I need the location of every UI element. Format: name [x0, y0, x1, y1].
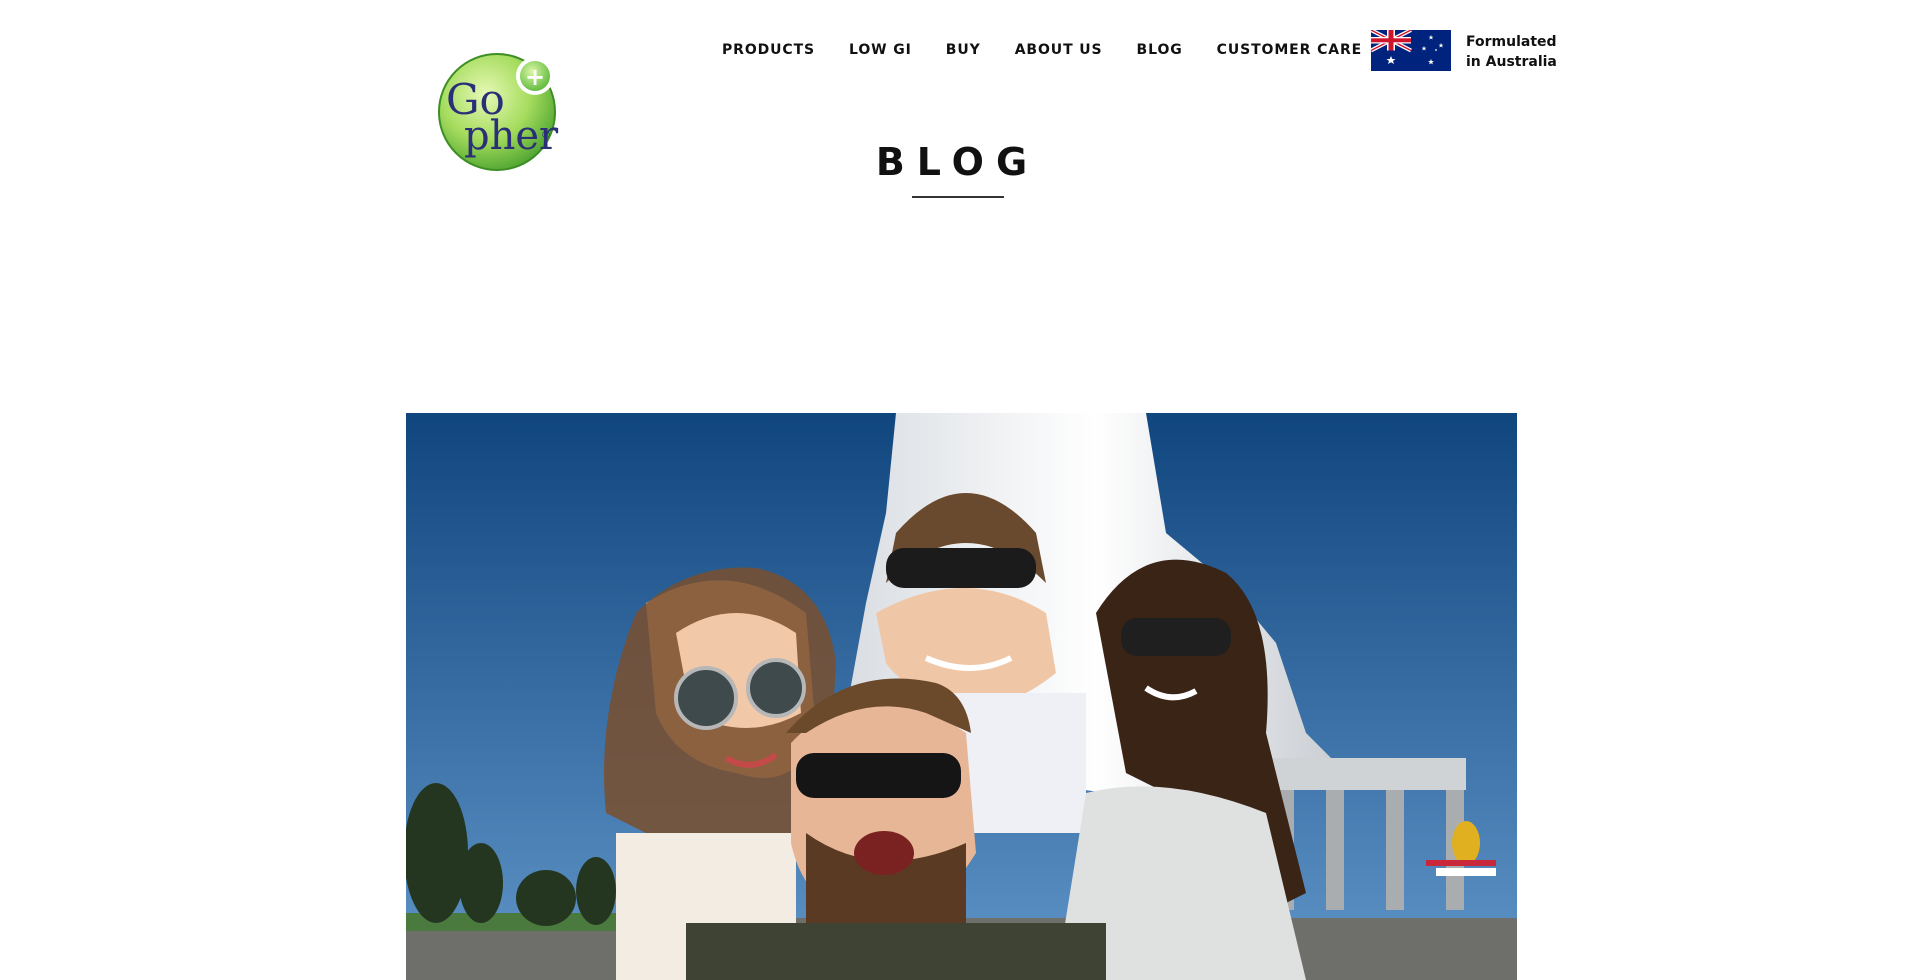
nav-about-us[interactable]: ABOUT US — [1015, 42, 1103, 58]
logo-plus-badge: + — [525, 63, 545, 91]
page-title: BLOG — [875, 140, 1040, 184]
nav-customer-care[interactable]: CUSTOMER CARE — [1217, 42, 1362, 58]
main-nav: PRODUCTS LOW GI BUY ABOUT US BLOG CUSTOM… — [722, 40, 1362, 60]
nav-products[interactable]: PRODUCTS — [722, 42, 815, 58]
title-underline — [912, 196, 1004, 198]
australian-flag-icon — [1371, 30, 1451, 71]
formulated-in-australia: Formulated in Australia — [1466, 32, 1557, 72]
nav-low-gi[interactable]: LOW GI — [849, 42, 912, 58]
nav-buy[interactable]: BUY — [946, 42, 981, 58]
nav-blog[interactable]: BLOG — [1137, 42, 1183, 58]
origin-line-1: Formulated — [1466, 34, 1557, 50]
hero-image[interactable] — [406, 413, 1517, 980]
origin-line-2: in Australia — [1466, 54, 1557, 70]
